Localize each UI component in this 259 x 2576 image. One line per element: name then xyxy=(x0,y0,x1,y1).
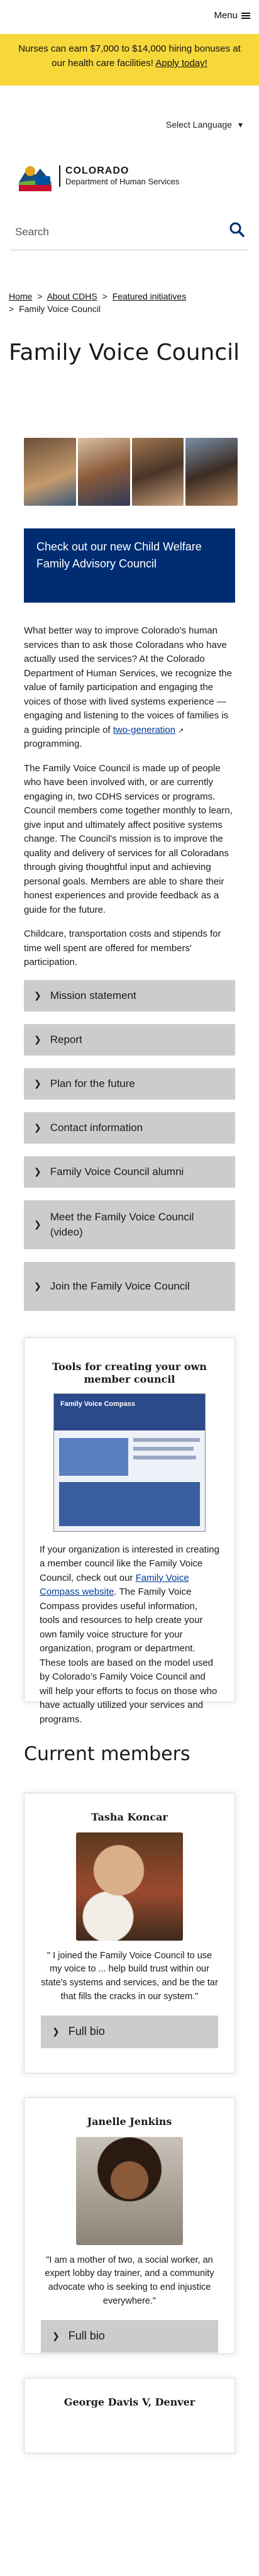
accordion-video[interactable]: ❯ Meet the Family Voice Council (video) xyxy=(24,1200,235,1249)
child-welfare-council-link[interactable]: Check out our new Child Welfare Family A… xyxy=(24,528,235,603)
breadcrumb-featured[interactable]: Featured initiatives xyxy=(113,291,187,301)
hero-image xyxy=(24,438,238,506)
menu-label: Menu xyxy=(214,10,238,21)
intro-p1-end: programming. xyxy=(24,739,82,749)
accordion-label: Mission statement xyxy=(50,989,136,1001)
chevron-down-icon: ❯ xyxy=(34,1218,41,1229)
accordion-label: Join the Family Voice Council xyxy=(50,1280,190,1292)
tools-text-b: . The Family Voice Compass provides usef… xyxy=(40,1586,218,1725)
chevron-down-icon: ❯ xyxy=(52,2331,60,2341)
search-icon[interactable] xyxy=(229,221,245,238)
chevron-down-icon: ❯ xyxy=(34,1034,41,1044)
menu-button[interactable]: Menu xyxy=(214,9,250,23)
intro-p1-text: What better way to improve Colorado's hu… xyxy=(24,625,232,735)
tools-description: If your organization is interested in cr… xyxy=(40,1543,219,1727)
full-bio-label: Full bio xyxy=(68,2025,105,2038)
member-photo xyxy=(76,1832,183,1941)
full-bio-button[interactable]: ❯ Full bio xyxy=(41,2015,218,2048)
chevron-down-icon: ❯ xyxy=(34,1166,41,1176)
apply-today-link[interactable]: Apply today! xyxy=(155,58,207,69)
chevron-down-icon: ▾ xyxy=(238,120,243,130)
logo-text: COLORADO Department of Human Services xyxy=(59,165,180,187)
page-title: Family Voice Council xyxy=(9,340,240,365)
language-bar: Select Language ▾ xyxy=(0,86,259,141)
accordion-join[interactable]: ❯ Join the Family Voice Council xyxy=(24,1261,235,1311)
intro-paragraph-1: What better way to improve Colorado's hu… xyxy=(24,624,235,752)
hero-photo-3 xyxy=(131,438,184,506)
full-bio-label: Full bio xyxy=(68,2329,105,2342)
tools-text-a: If your organization is interested in cr… xyxy=(40,1544,219,1583)
breadcrumb-separator: > xyxy=(9,303,14,314)
compass-website-image[interactable]: Family Voice Compass xyxy=(53,1393,206,1532)
breadcrumb: Home > About CDHS > Featured initiatives… xyxy=(0,250,259,330)
external-link-icon: ↗ xyxy=(178,727,184,735)
compass-image-title: Family Voice Compass xyxy=(60,1400,136,1408)
tools-card: Tools for creating your own member counc… xyxy=(24,1337,235,1725)
member-photo xyxy=(76,2136,183,2245)
language-label: Select Language xyxy=(165,120,232,130)
chevron-down-icon: ❯ xyxy=(52,2026,60,2036)
breadcrumb-about[interactable]: About CDHS xyxy=(47,291,97,301)
accordion-label: Family Voice Council alumni xyxy=(50,1165,184,1178)
breadcrumb-separator: > xyxy=(102,291,107,301)
top-bar: Menu xyxy=(0,0,259,34)
accordion-alumni[interactable]: ❯ Family Voice Council alumni xyxy=(24,1156,235,1188)
accordion-label: Contact information xyxy=(50,1121,143,1134)
intro-paragraph-2: The Family Voice Council is made up of p… xyxy=(24,762,233,915)
members-heading: Current members xyxy=(24,1742,190,1765)
hamburger-icon xyxy=(241,11,250,20)
breadcrumb-current: Family Voice Council xyxy=(19,303,101,314)
accordion-mission[interactable]: ❯ Mission statement xyxy=(24,979,235,1012)
language-select[interactable]: Select Language ▾ xyxy=(166,118,243,131)
breadcrumb-home[interactable]: Home xyxy=(9,291,32,301)
accordion-contact[interactable]: ❯ Contact information xyxy=(24,1112,235,1144)
accordion-label: Report xyxy=(50,1033,82,1045)
accordion-label: Plan for the future xyxy=(50,1077,135,1090)
chevron-down-icon: ❯ xyxy=(34,1078,41,1088)
member-card: Janelle Jenkins "I am a mother of two, a… xyxy=(24,2097,235,2354)
alert-banner: Nurses can earn $7,000 to $14,000 hiring… xyxy=(0,34,259,86)
full-bio-button[interactable]: ❯ Full bio xyxy=(41,2319,218,2353)
tools-title: Tools for creating your own member counc… xyxy=(52,1360,207,1385)
member-quote: "I am a mother of two, a social worker, … xyxy=(45,2255,214,2306)
two-generation-link[interactable]: two-generation xyxy=(113,725,175,735)
member-name: Janelle Jenkins xyxy=(87,2115,172,2127)
intro-paragraph-3: Childcare, transportation costs and stip… xyxy=(24,928,221,967)
chevron-down-icon: ❯ xyxy=(34,990,41,1000)
cta-label: Check out our new Child Welfare Family A… xyxy=(36,540,202,570)
member-name: Tasha Koncar xyxy=(91,1810,168,1823)
breadcrumb-separator: > xyxy=(37,291,43,301)
accordion-plan[interactable]: ❯ Plan for the future xyxy=(24,1068,235,1100)
member-card: Tasha Koncar " I joined the Family Voice… xyxy=(24,1792,235,2073)
site-logo[interactable]: CDHS COLORADO Department of Human Servic… xyxy=(0,141,259,221)
hero-photo-4 xyxy=(185,438,238,506)
colorado-logo-icon xyxy=(19,166,52,191)
logo-line-2: Department of Human Services xyxy=(65,176,180,186)
accordion-list: ❯ Mission statement ❯ Report ❯ Plan for the… xyxy=(24,979,235,1311)
search-bar: Search xyxy=(10,211,249,250)
intro-text: What better way to improve Colorado's hu… xyxy=(0,624,259,970)
chevron-down-icon: ❯ xyxy=(34,1280,41,1291)
chevron-down-icon: ❯ xyxy=(34,1122,41,1132)
search-input[interactable]: Search xyxy=(15,224,49,240)
member-name: George Davis V, Denver xyxy=(63,2395,196,2408)
accordion-report[interactable]: ❯ Report xyxy=(24,1023,235,1056)
member-quote: " I joined the Family Voice Council to u… xyxy=(41,1950,218,2002)
hero-photo-1 xyxy=(24,438,76,506)
member-card: George Davis V, Denver xyxy=(24,2377,235,2453)
accordion-label: Meet the Family Voice Council (video) xyxy=(50,1210,194,1238)
hero-photo-2 xyxy=(77,438,130,506)
logo-line-1: COLORADO xyxy=(65,165,130,177)
